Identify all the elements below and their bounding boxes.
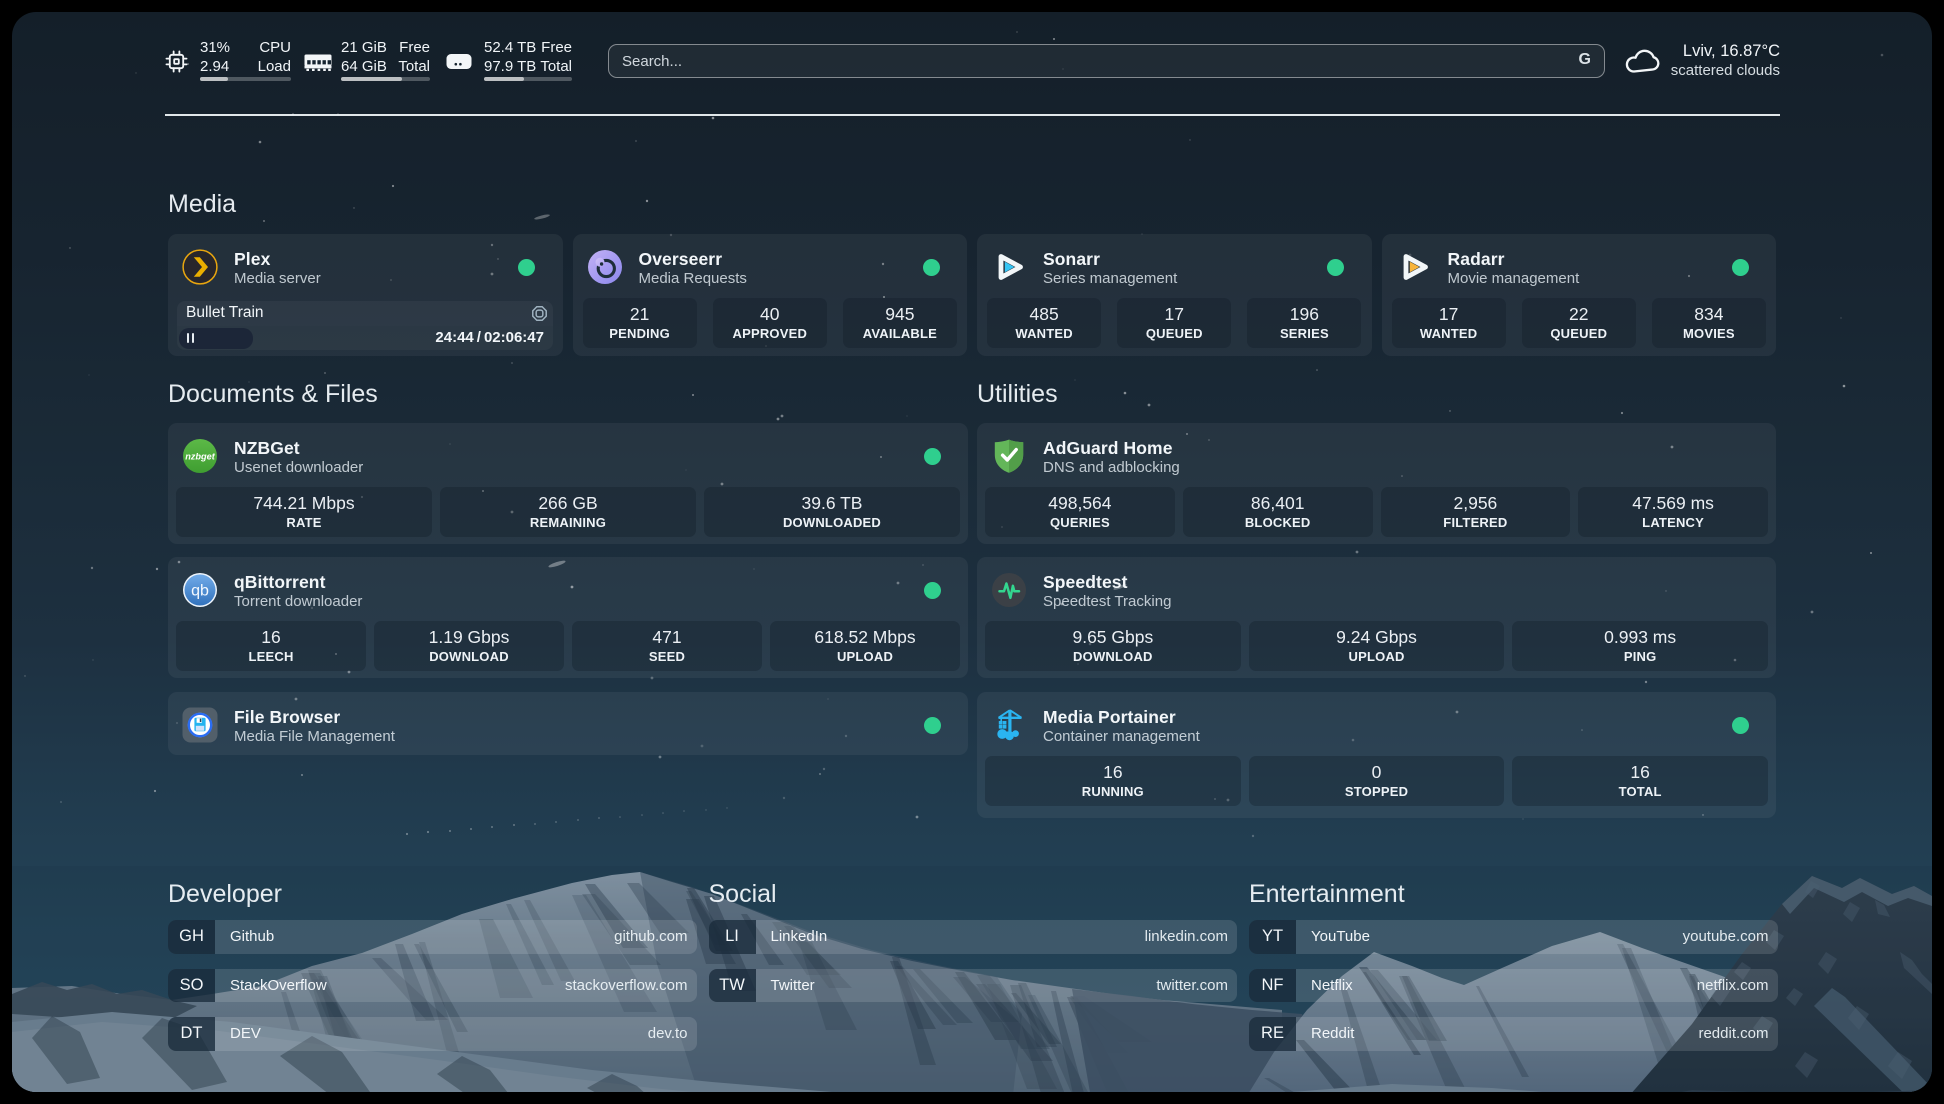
svg-text:nzbget: nzbget [185,452,216,462]
svg-text:qb: qb [191,583,209,600]
